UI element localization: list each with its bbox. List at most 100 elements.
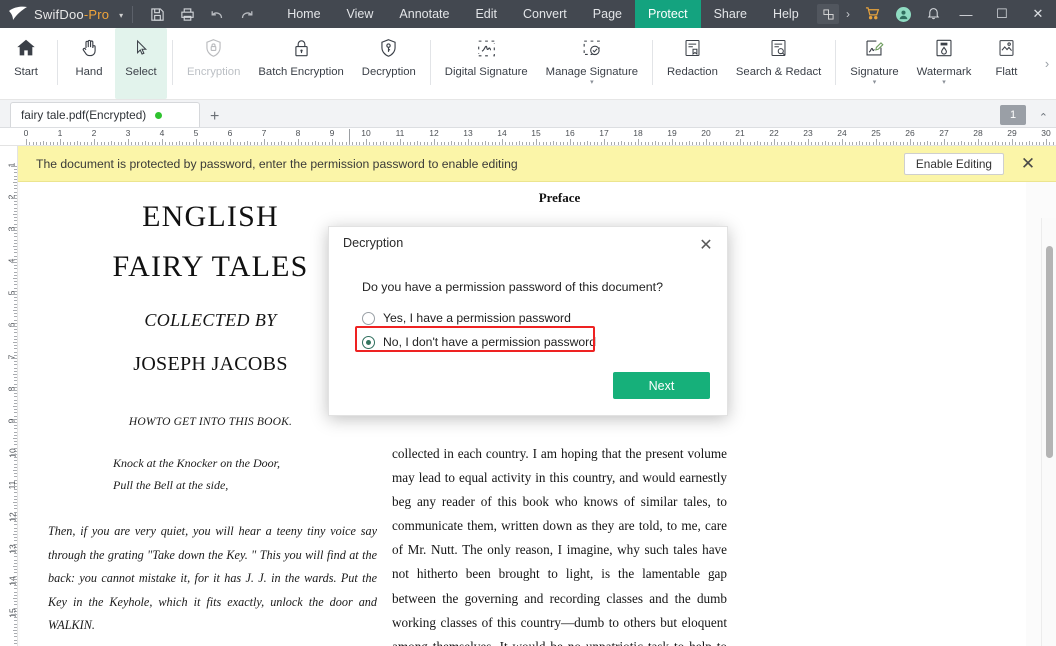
menu-view[interactable]: View — [334, 0, 387, 28]
ruler-tick — [260, 142, 262, 145]
ruler-tick — [1049, 142, 1051, 145]
ruler-tick — [474, 142, 476, 145]
scrollbar-thumb[interactable] — [1046, 246, 1053, 458]
new-tab-button[interactable]: + — [200, 109, 229, 127]
ruler-tick-label: 4 — [159, 128, 165, 138]
ruler-tick — [12, 278, 17, 279]
dialog-close-icon[interactable]: ✕ — [693, 233, 719, 257]
ruler-tick — [488, 142, 490, 145]
app-brand[interactable]: SwifDoo-Pro ▾ — [0, 5, 123, 23]
menu-annotate[interactable]: Annotate — [386, 0, 462, 28]
ruler-tick — [83, 142, 85, 145]
menu-home[interactable]: Home — [274, 0, 333, 28]
user-avatar[interactable] — [896, 6, 911, 22]
ruler-tick — [991, 142, 993, 145]
menu-edit[interactable]: Edit — [462, 0, 510, 28]
ruler-tick — [87, 142, 89, 145]
document-tab-fairy-tale[interactable]: fairy tale.pdf(Encrypted) — [10, 102, 200, 127]
ruler-tick-label: 3 — [125, 128, 131, 138]
minimize-button[interactable]: — — [948, 0, 984, 28]
ribbon-select-button[interactable]: Select — [115, 28, 167, 99]
ruler-tick — [495, 142, 497, 145]
ruler-tick — [332, 139, 333, 145]
ribbon-encryption-button[interactable]: Encryption — [178, 28, 249, 99]
ruler-tick — [692, 142, 694, 145]
radio-option-yes[interactable]: Yes, I have a permission password — [362, 311, 571, 325]
menu-page[interactable]: Page — [580, 0, 635, 28]
compare-icon[interactable] — [817, 4, 839, 24]
ruler-tick — [583, 142, 585, 145]
ribbon-label: Batch Encryption — [258, 66, 344, 78]
ruler-tick — [410, 142, 412, 145]
ribbon-signature-button[interactable]: Signature ▾ — [841, 28, 907, 99]
brand-dropdown-caret-icon[interactable]: ▾ — [119, 11, 123, 20]
next-button[interactable]: Next — [613, 372, 710, 399]
ruler-tick — [536, 139, 537, 145]
current-page-indicator[interactable]: 1 — [1000, 105, 1026, 125]
ruler-tick — [610, 142, 612, 145]
shield-key-icon — [378, 33, 399, 63]
ribbon-overflow-chevron-icon[interactable]: › — [1038, 28, 1056, 99]
redo-icon[interactable] — [232, 0, 262, 28]
close-notice-icon[interactable]: ✕ — [1016, 152, 1040, 176]
menu-convert[interactable]: Convert — [510, 0, 580, 28]
print-icon[interactable] — [172, 0, 202, 28]
ruler-tick — [614, 142, 616, 145]
ruler-tick — [49, 142, 51, 145]
ribbon-redaction-button[interactable]: Redaction — [658, 28, 727, 99]
menu-protect[interactable]: Protect — [634, 0, 701, 28]
redaction-icon — [682, 33, 703, 63]
vertical-scrollbar[interactable] — [1041, 218, 1056, 646]
notice-message: The document is protected by password, e… — [36, 156, 518, 171]
ruler-tick — [29, 142, 31, 145]
ruler-tick — [685, 142, 687, 145]
ribbon-decryption-button[interactable]: Decryption — [353, 28, 425, 99]
radio-button-checked-icon[interactable] — [362, 335, 375, 349]
ribbon-batch-encryption-button[interactable]: Batch Encryption — [249, 28, 352, 99]
ruler-tick — [43, 140, 44, 145]
close-window-button[interactable]: ✕ — [1020, 0, 1056, 28]
expand-more-icon[interactable]: › — [839, 7, 857, 21]
notification-bell-icon[interactable] — [919, 6, 948, 23]
ruler-tick-label: 22 — [769, 128, 779, 138]
ruler-tick — [14, 274, 17, 276]
ruler-tick — [175, 142, 177, 145]
ruler-tick — [481, 142, 483, 145]
ruler-tick — [11, 262, 17, 263]
ribbon-flatten-button[interactable]: Flatt — [980, 28, 1032, 99]
ruler-tick — [644, 142, 646, 145]
ruler-tick — [14, 530, 17, 532]
ribbon-digital-signature-button[interactable]: Digital Signature — [436, 28, 537, 99]
chevron-up-icon[interactable]: ⌃ — [1039, 111, 1048, 124]
ribbon-manage-signature-button[interactable]: Manage Signature ▾ — [537, 28, 647, 99]
undo-icon[interactable] — [202, 0, 232, 28]
menu-help[interactable]: Help — [760, 0, 812, 28]
ruler-tick — [352, 142, 354, 145]
menu-share[interactable]: Share — [701, 0, 760, 28]
ruler-tick — [308, 142, 310, 145]
cart-icon[interactable] — [857, 6, 888, 23]
enable-editing-button[interactable]: Enable Editing — [903, 153, 1004, 175]
radio-option-no[interactable]: No, I don't have a permission password — [362, 335, 596, 349]
ruler-tick — [11, 422, 17, 423]
ruler-tick — [733, 142, 735, 145]
ruler-tick — [940, 142, 942, 145]
ruler-tick — [804, 142, 806, 145]
ribbon-watermark-button[interactable]: Watermark ▾ — [908, 28, 981, 99]
ruler-tick — [14, 642, 17, 644]
ruler-tick — [14, 425, 17, 427]
maximize-button[interactable]: ☐ — [984, 0, 1020, 28]
chevron-down-icon[interactable]: ▾ — [590, 79, 594, 86]
ribbon-start-button[interactable]: Start — [0, 28, 52, 99]
chevron-down-icon[interactable]: ▾ — [873, 79, 877, 86]
chevron-down-icon[interactable]: ▾ — [942, 79, 946, 86]
ruler-tick — [556, 142, 558, 145]
ribbon-hand-button[interactable]: Hand — [63, 28, 115, 99]
ruler-tick — [512, 142, 514, 145]
ribbon-search-redact-button[interactable]: Search & Redact — [727, 28, 830, 99]
ruler-tick — [525, 142, 527, 145]
ruler-tick-label: 27 — [939, 128, 949, 138]
search-redact-icon — [768, 33, 789, 63]
radio-button-unchecked-icon[interactable] — [362, 311, 375, 325]
save-icon[interactable] — [142, 0, 172, 28]
